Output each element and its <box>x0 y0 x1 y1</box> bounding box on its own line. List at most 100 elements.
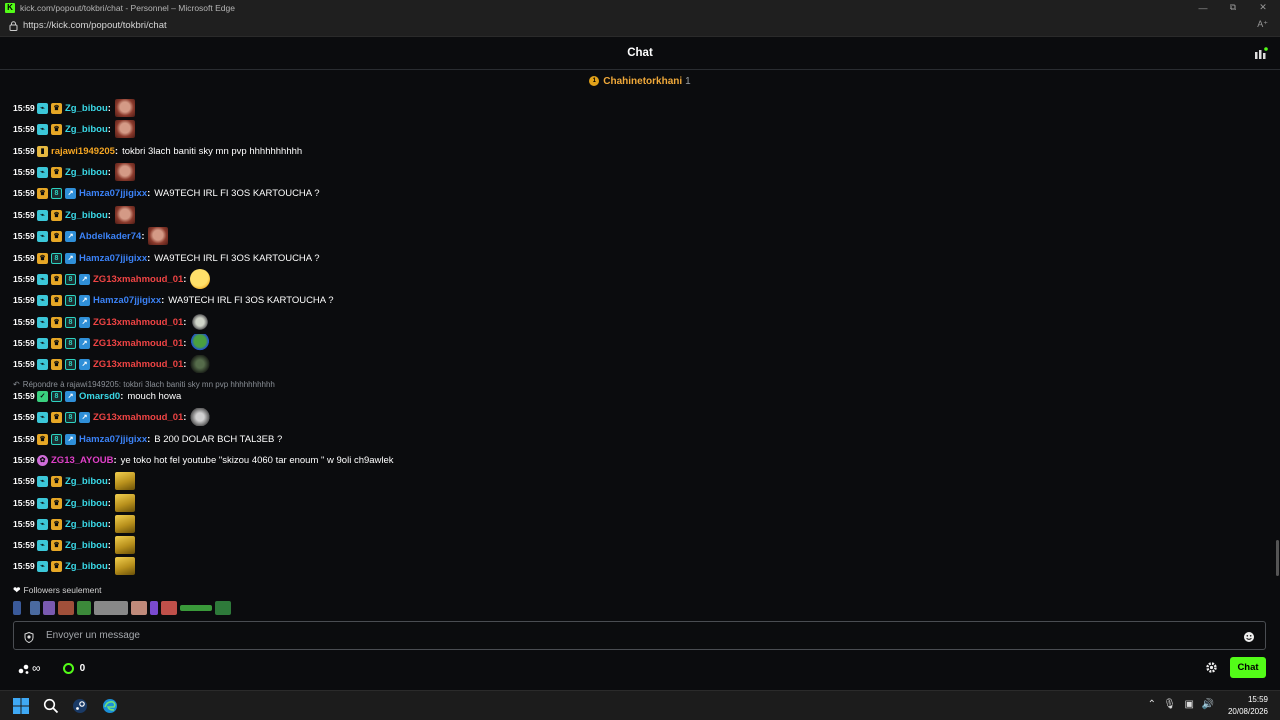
message-username[interactable]: ZG13xmahmoud_01 <box>93 338 183 349</box>
emote-icon[interactable] <box>114 536 135 554</box>
microphone-icon[interactable]: 🎙 <box>1163 699 1176 710</box>
emote-icon[interactable] <box>77 601 91 615</box>
chat-message[interactable]: 15:59 ⌁ ♛ Zg_bibou: <box>13 163 135 181</box>
emote-icon[interactable] <box>190 313 211 331</box>
message-username[interactable]: ZG13xmahmoud_01 <box>93 359 183 370</box>
sub-badge-icon[interactable]: ⌁ <box>37 102 48 114</box>
og-badge-icon[interactable]: 8 <box>65 358 76 370</box>
og-badge-icon[interactable]: 8 <box>65 294 76 306</box>
message-input-box[interactable] <box>13 621 1266 650</box>
emote-icon[interactable] <box>114 206 135 224</box>
message-input[interactable] <box>46 630 1243 641</box>
emote-icon[interactable] <box>114 99 135 117</box>
og-badge-icon[interactable]: 8 <box>51 433 62 445</box>
crown-badge-icon[interactable]: ♛ <box>51 273 62 285</box>
chat-message[interactable]: 15:59 ⌁ ♛ Zg_bibou: <box>13 494 135 512</box>
chat-scrollbar[interactable] <box>1276 540 1279 576</box>
chat-message[interactable]: 15:59 ⌁ ♛ Zg_bibou: <box>13 206 135 224</box>
chat-message[interactable]: 15:59 ▮ rajawi1949205: tokbri 3lach baniti … <box>13 142 302 160</box>
message-username[interactable]: Zg_bibou <box>65 167 108 178</box>
sub-badge-icon[interactable]: ⌁ <box>37 337 48 349</box>
vip-badge-icon[interactable]: ↗ <box>79 358 90 370</box>
search-icon[interactable] <box>42 697 60 715</box>
read-aloud-icon[interactable]: A⁺ <box>1257 19 1268 30</box>
crown-badge-icon[interactable]: ♛ <box>37 433 48 445</box>
recent-emotes[interactable] <box>13 599 231 617</box>
vip-badge-icon[interactable]: ↗ <box>65 433 76 445</box>
emote-icon[interactable] <box>58 601 74 615</box>
chat-message[interactable]: 15:59 ⌁ ♛ Zg_bibou: <box>13 536 135 554</box>
top-gifter-name[interactable]: Chahinetorkhani <box>603 76 682 87</box>
emote-icon[interactable] <box>180 605 212 611</box>
chat-message[interactable]: 15:59 ⌁ ♛ Zg_bibou: <box>13 120 135 138</box>
sub-badge-icon[interactable]: ⌁ <box>37 411 48 423</box>
settings-gear-icon[interactable] <box>1205 661 1218 674</box>
address-bar[interactable]: https://kick.com/popout/tokbri/chat A⁺ <box>0 15 1280 37</box>
crown-badge-icon[interactable]: ♛ <box>51 316 62 328</box>
chat-message[interactable]: 15:59 ⌁ ♛ Zg_bibou: <box>13 557 135 575</box>
crown-badge-icon[interactable]: ♛ <box>51 337 62 349</box>
chat-message[interactable]: 15:59 ⌁ ♛ 8 ↗ ZG13xmahmoud_01: <box>13 355 211 373</box>
crown-badge-icon[interactable]: ♛ <box>51 358 62 370</box>
founder-badge-icon[interactable]: ✿ <box>37 454 48 466</box>
sub-badge-icon[interactable]: ⌁ <box>37 123 48 135</box>
message-username[interactable]: rajawi1949205 <box>51 146 115 157</box>
message-username[interactable]: ZG13xmahmoud_01 <box>93 412 183 423</box>
chat-message[interactable]: 15:59 ⌁ ♛ 8 ↗ ZG13xmahmoud_01: <box>13 408 211 426</box>
minimize-icon[interactable]: — <box>1188 0 1218 15</box>
chat-message[interactable]: 15:59 ⌁ ♛ Zg_bibou: <box>13 472 135 490</box>
chat-message[interactable]: 15:59 ⌁ ♛ 8 ↗ ZG13xmahmoud_01: <box>13 313 211 331</box>
top-gifter-banner[interactable]: 1 Chahinetorkhani 1 <box>0 70 1280 92</box>
shield-icon[interactable] <box>24 630 34 644</box>
crown-badge-icon[interactable]: ♛ <box>51 518 62 530</box>
og-badge-icon[interactable]: 8 <box>65 273 76 285</box>
og-badge-icon[interactable]: 8 <box>51 252 62 264</box>
chat-message[interactable]: 15:59 ⌁ ♛ Zg_bibou: <box>13 99 135 117</box>
chat-message[interactable]: 15:59 ⌁ ♛ Zg_bibou: <box>13 515 135 533</box>
emote-icon[interactable] <box>30 601 40 615</box>
emote-icon[interactable] <box>43 601 55 615</box>
message-username[interactable]: Zg_bibou <box>65 519 108 530</box>
message-username[interactable]: Hamza07jjigixx <box>79 188 147 199</box>
chat-users-icon[interactable] <box>1254 47 1268 61</box>
restore-icon[interactable]: ⧉ <box>1218 0 1248 15</box>
taskbar-clock[interactable]: 15:59 20/08/2026 <box>1228 694 1268 718</box>
chat-messages[interactable]: ↶ Répondre à rajawi1949205: tokbri 3lach… <box>13 92 1263 580</box>
crown-badge-icon[interactable]: ♛ <box>51 539 62 551</box>
chat-message[interactable]: 15:59 ♛ 8 ↗ Hamza07jjigixx: B 200 DOLAR BCH T… <box>13 430 282 448</box>
message-username[interactable]: ZG13xmahmoud_01 <box>93 317 183 328</box>
emote-icon[interactable] <box>215 601 231 615</box>
vip-badge-icon[interactable]: ↗ <box>79 316 90 328</box>
message-username[interactable]: Zg_bibou <box>65 124 108 135</box>
emote-icon[interactable] <box>150 601 158 615</box>
vip-badge-icon[interactable]: ↗ <box>65 390 76 402</box>
channel-points-icon[interactable] <box>18 662 30 674</box>
vip-badge-icon[interactable]: ↗ <box>79 411 90 423</box>
message-username[interactable]: Zg_bibou <box>65 561 108 572</box>
emote-icon[interactable] <box>114 163 135 181</box>
emote-icon[interactable] <box>190 269 211 289</box>
crown-badge-icon[interactable]: ♛ <box>51 230 62 242</box>
crown-badge-icon[interactable]: ♛ <box>51 475 62 487</box>
emote-icon[interactable] <box>114 494 135 512</box>
emote-icon[interactable] <box>190 408 211 426</box>
sub-badge-icon[interactable]: ⌁ <box>37 539 48 551</box>
emoji-picker-icon[interactable] <box>1243 630 1255 642</box>
gift-badge-icon[interactable]: ▮ <box>37 145 48 157</box>
chevron-up-icon[interactable]: ⌃ <box>1148 699 1156 710</box>
vip-badge-icon[interactable]: ↗ <box>79 294 90 306</box>
emote-icon[interactable] <box>131 601 147 615</box>
message-username[interactable]: Hamza07jjigixx <box>93 295 161 306</box>
chat-message[interactable]: 15:59 ⌁ ♛ 8 ↗ Hamza07jjigixx: WA9TECH IRL FI 3… <box>13 291 334 309</box>
sub-badge-icon[interactable]: ⌁ <box>37 316 48 328</box>
crown-badge-icon[interactable]: ♛ <box>51 560 62 572</box>
emote-icon[interactable] <box>114 472 135 490</box>
network-icon[interactable]: ▣ <box>1185 699 1194 710</box>
message-username[interactable]: Zg_bibou <box>65 476 108 487</box>
crown-badge-icon[interactable]: ♛ <box>37 187 48 199</box>
crown-badge-icon[interactable]: ♛ <box>51 123 62 135</box>
volume-icon[interactable]: 🔊 <box>1202 699 1214 710</box>
sub-badge-icon[interactable]: ⌁ <box>37 294 48 306</box>
crown-badge-icon[interactable]: ♛ <box>37 252 48 264</box>
message-username[interactable]: Omarsd0 <box>79 391 120 402</box>
